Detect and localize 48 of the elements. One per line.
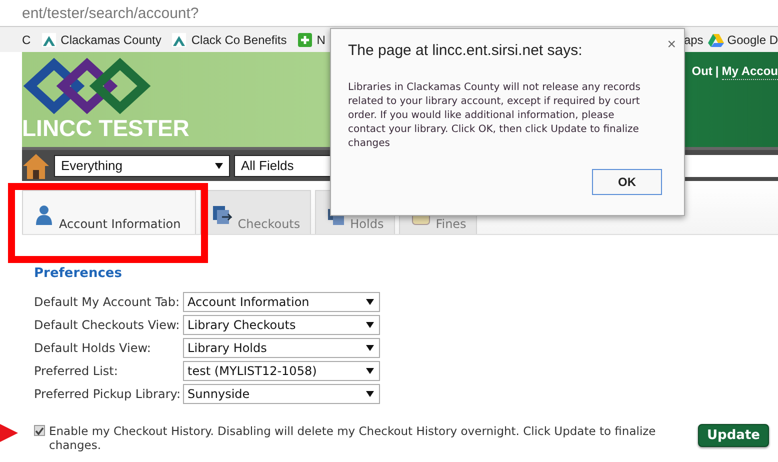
dropdown-arrow-icon — [366, 322, 374, 328]
tab[interactable]: Account Information — [22, 190, 196, 234]
plus-icon — [298, 32, 312, 46]
update-button[interactable]: Update — [698, 424, 769, 447]
field-label: Default Holds View: — [34, 340, 152, 357]
field-label: Preferred List: — [34, 363, 119, 380]
tab[interactable]: Checkouts — [200, 190, 312, 234]
field-label: Preferred Pickup Library: — [34, 386, 181, 403]
bookmark-item[interactable]: N — [298, 32, 326, 46]
my-account-link[interactable]: My Accou — [722, 64, 778, 80]
mountain-icon — [42, 32, 56, 46]
preference-dropdown[interactable]: test (MYLIST12-1058) — [182, 361, 380, 381]
address-url[interactable]: ent/tester/search/account? — [22, 4, 199, 22]
close-button[interactable]: × — [667, 39, 676, 59]
person-icon — [35, 205, 53, 225]
checkmark-icon — [35, 426, 44, 434]
checkbox[interactable] — [34, 425, 45, 436]
preference-dropdown[interactable]: Sunnyside — [182, 384, 380, 404]
section-title: Preferences — [34, 266, 123, 281]
ok-button[interactable]: OK — [592, 169, 662, 195]
bookmark-item[interactable]: Clack Co Benefits — [172, 32, 287, 46]
books-icon — [212, 206, 232, 225]
field-label: Default My Account Tab: — [34, 294, 181, 311]
dialog-title: The page at lincc.ent.sirsi.net says: — [348, 42, 582, 59]
sign-out-link[interactable]: Out — [692, 64, 712, 80]
preference-dropdown[interactable]: Library Holds — [182, 338, 380, 358]
bookmark-item[interactable]: Google D — [708, 32, 778, 46]
link-separator: | — [715, 64, 719, 80]
preference-dropdown[interactable]: Account Information — [182, 292, 380, 312]
dropdown-arrow-icon — [366, 391, 374, 397]
mountain-icon — [172, 32, 186, 46]
bookmark-item[interactable]: aps — [684, 32, 704, 46]
preference-dropdown[interactable]: Library Checkouts — [182, 315, 380, 335]
bookmark-item[interactable]: C — [22, 32, 31, 46]
dialog-message: Libraries in Clackamas County will not release any records related to your library account, except if required by court order. If you would like additional information, please contact your library. Click OK, then click Update to finalize changes — [348, 81, 642, 151]
home-icon — [22, 152, 50, 180]
checkbox-label: Enable my Checkout History. Disabling will delete my Checkout History overnight. Click Update to finalize changes. — [49, 424, 657, 452]
field-label: Default Checkouts View: — [34, 317, 181, 334]
scope-dropdown[interactable]: Everything — [54, 154, 230, 176]
bookmark-item[interactable]: Clackamas County — [42, 32, 162, 46]
site-title: LINCC TESTER — [22, 115, 190, 141]
pointer-arrow — [0, 424, 18, 442]
dropdown-arrow-icon — [366, 299, 374, 305]
dropdown-arrow-icon — [366, 368, 374, 374]
dropdown-arrow-icon — [215, 162, 223, 168]
dropdown-arrow-icon — [366, 345, 374, 351]
logo-icon — [22, 56, 152, 116]
drive-icon — [708, 32, 724, 46]
